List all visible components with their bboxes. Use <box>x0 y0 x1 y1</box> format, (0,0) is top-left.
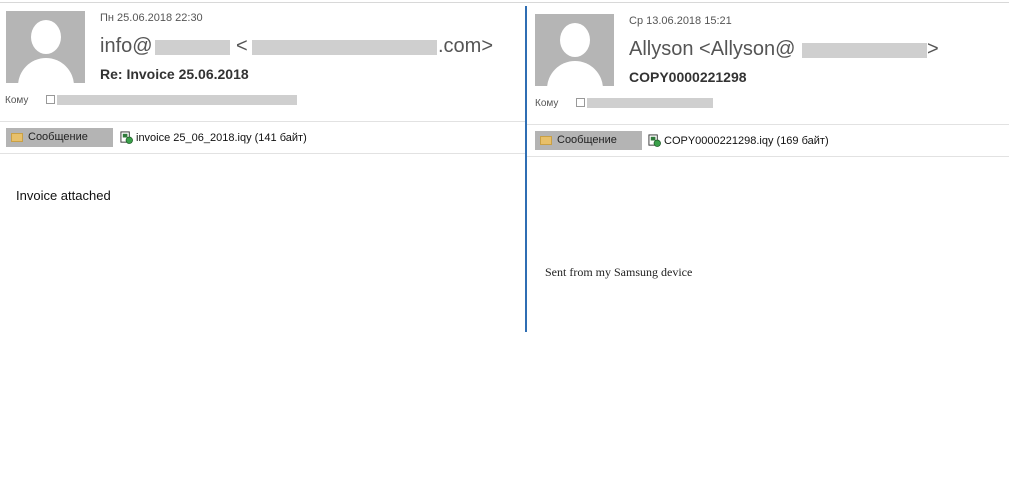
separator <box>527 124 1009 125</box>
sender-bracket: < <box>236 35 248 57</box>
sender-address[interactable]: Allyson <Allyson@ <box>629 38 795 61</box>
email-body: Invoice attached <box>16 188 111 203</box>
recipient-checkbox[interactable] <box>46 95 55 104</box>
sender-prefix: info@ <box>100 35 153 57</box>
message-tab[interactable]: Сообщение <box>535 131 642 150</box>
message-tab[interactable]: Сообщение <box>6 128 113 147</box>
separator <box>527 156 1009 157</box>
email-body: Sent from my Samsung device <box>545 265 693 279</box>
avatar-head-icon <box>31 20 61 54</box>
redaction <box>155 40 230 55</box>
message-tab-label: Сообщение <box>557 134 617 146</box>
envelope-icon <box>540 136 552 145</box>
redaction <box>587 98 713 108</box>
pane-divider[interactable] <box>525 6 527 332</box>
email-subject: COPY0000221298 <box>629 69 747 85</box>
recipient-checkbox[interactable] <box>576 98 585 107</box>
avatar-body-icon <box>18 58 74 83</box>
sender-suffix: > <box>927 38 939 60</box>
redaction <box>57 95 297 105</box>
attachment-name: COPY0000221298.iqy (169 байт) <box>664 135 829 147</box>
avatar-head-icon <box>560 23 590 57</box>
avatar-body-icon <box>547 61 603 86</box>
iqy-file-icon <box>648 134 661 147</box>
redaction <box>802 43 927 58</box>
attachment-name: invoice 25_06_2018.iqy (141 байт) <box>136 132 307 144</box>
separator <box>0 153 525 154</box>
top-border <box>0 2 1009 3</box>
attachment-link[interactable]: COPY0000221298.iqy (169 байт) <box>648 134 829 148</box>
redaction <box>252 40 437 55</box>
message-tab-label: Сообщение <box>28 131 88 143</box>
iqy-file-icon <box>120 131 133 144</box>
sender-address[interactable]: info@ <box>100 35 153 58</box>
attachment-link[interactable]: invoice 25_06_2018.iqy (141 байт) <box>120 131 307 145</box>
separator <box>0 121 525 122</box>
email-date: Ср 13.06.2018 15:21 <box>629 15 732 27</box>
to-label: Кому <box>535 98 559 109</box>
sender-suffix: .com> <box>438 35 494 57</box>
email-date: Пн 25.06.2018 22:30 <box>100 12 203 24</box>
sender-avatar <box>535 14 614 86</box>
email-subject: Re: Invoice 25.06.2018 <box>100 66 249 82</box>
envelope-icon <box>11 133 23 142</box>
to-label: Кому <box>5 95 29 106</box>
sender-avatar <box>6 11 85 83</box>
